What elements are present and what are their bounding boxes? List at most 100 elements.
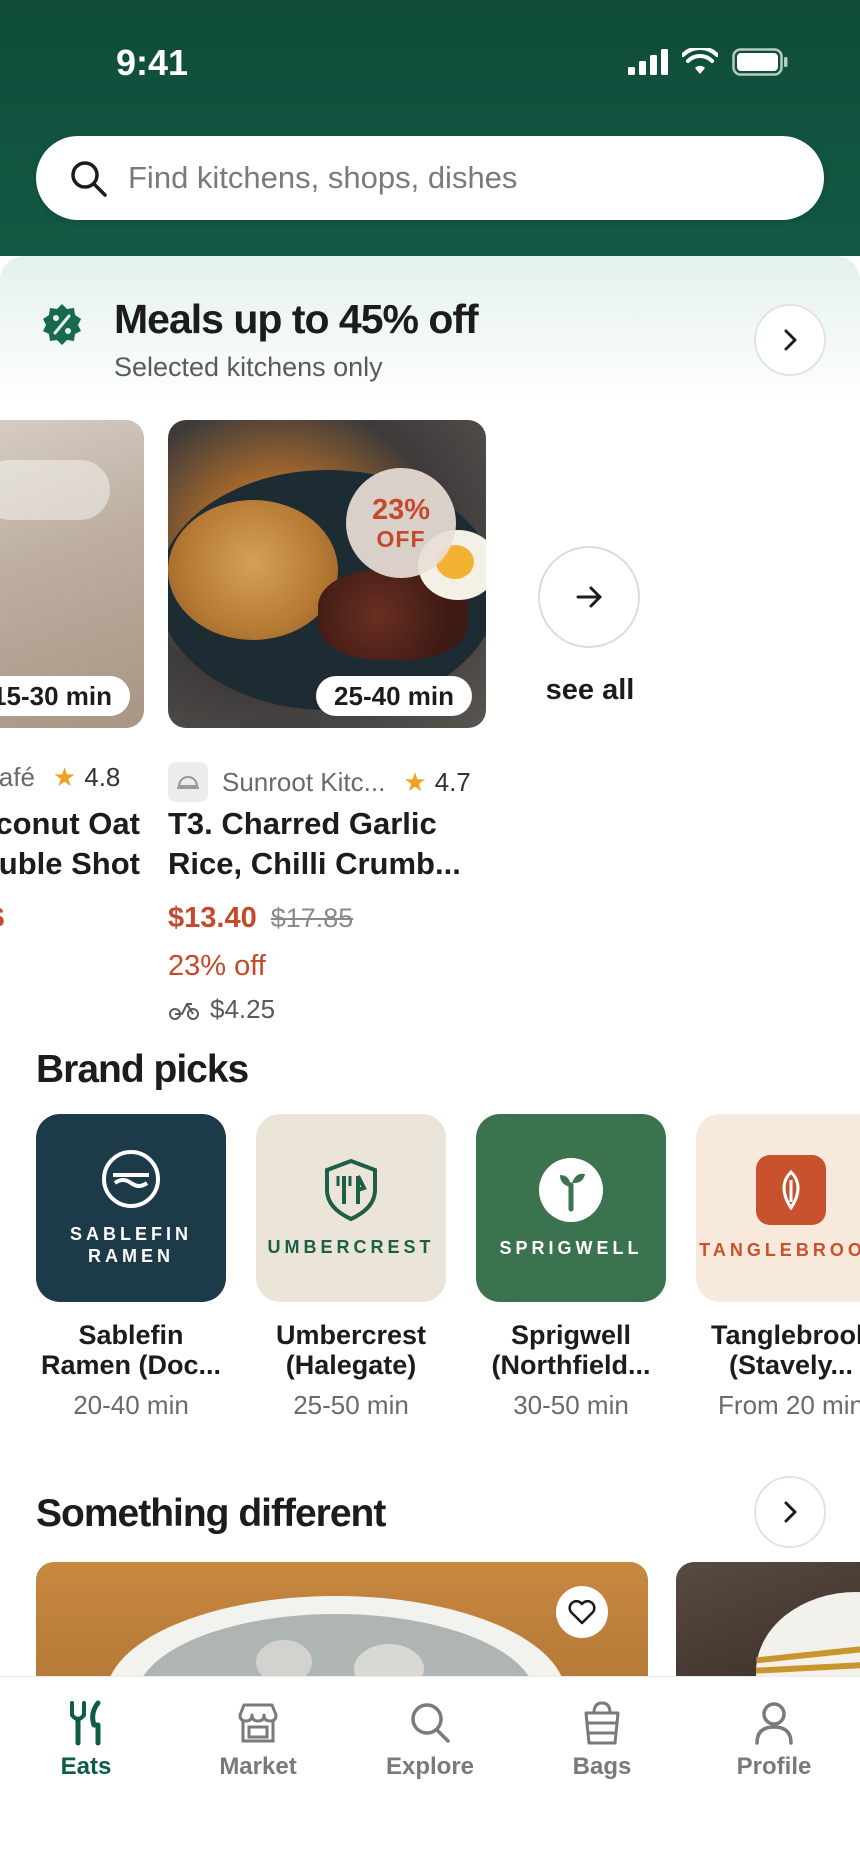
dish-name[interactable]: T3. Charred Garlic Rice, Chilli Crumb...	[168, 804, 461, 884]
see-all-button[interactable]	[538, 546, 640, 648]
brand-name-line: Sablefin	[78, 1320, 184, 1350]
search-bar[interactable]	[36, 136, 824, 220]
search-icon	[71, 161, 107, 197]
brand-tile-umbercrest[interactable]: UMBERCREST	[256, 1114, 446, 1302]
search-input[interactable]	[128, 160, 768, 196]
brand-name[interactable]: Umbercrest (Halegate)	[256, 1320, 446, 1380]
brand-delivery-time: 25-50 min	[293, 1390, 409, 1420]
brand-name-line: (Halegate)	[285, 1350, 417, 1380]
brand-delivery-time: From 20 min	[718, 1390, 860, 1420]
heart-icon	[568, 1599, 596, 1625]
dish-card-image[interactable]	[676, 1562, 860, 1682]
original-price: $17.85	[270, 903, 354, 933]
dish-name[interactable]: Coconut Oat Double Shot	[0, 804, 140, 884]
shield-fork-icon	[325, 1158, 377, 1222]
price-row: $13.40 $17.85	[168, 902, 353, 935]
favorite-button[interactable]	[556, 1586, 608, 1638]
discount-text: 23% off	[168, 950, 266, 982]
brand-delivery-time: 30-50 min	[513, 1390, 629, 1420]
deal-meta: Café ★ 4.8	[0, 762, 120, 793]
see-all-label[interactable]: see all	[540, 674, 640, 707]
deal-card-image[interactable]: 15-30 min	[0, 420, 144, 728]
promo-title: Meals up to 45% off	[114, 296, 479, 342]
nav-label: Bags	[572, 1753, 632, 1780]
brand-wordmark-line: RAMEN	[88, 1246, 174, 1266]
nav-tab-bags[interactable]: Bags	[516, 1699, 688, 1781]
storefront-icon	[238, 1703, 278, 1743]
brand-wordmark: SABLEFIN RAMEN	[70, 1223, 192, 1267]
current-price: $13.40	[168, 902, 257, 934]
app-header: 9:41	[0, 0, 860, 256]
brand-logo	[756, 1155, 826, 1225]
deal-card-image[interactable]: 23% OFF 25-40 min	[168, 420, 486, 728]
price-fragment: $	[0, 902, 4, 935]
discount-badge-icon	[43, 304, 81, 345]
status-icons	[628, 48, 788, 76]
shopping-bag-icon	[584, 1701, 620, 1745]
something-different-title: Something different	[36, 1492, 386, 1535]
nav-label: Eats	[60, 1753, 112, 1780]
delivery-time-pill: 25-40 min	[316, 676, 472, 716]
brand-name-line: Ramen (Doc...	[40, 1350, 222, 1380]
main-content: Meals up to 45% off Selected kitchens on…	[0, 256, 860, 1676]
brand-name-line: Umbercrest	[275, 1320, 427, 1350]
promo-next-button[interactable]	[754, 304, 826, 376]
rating-value: 4.7	[434, 766, 471, 797]
nav-tab-market[interactable]: Market	[172, 1699, 344, 1781]
ramen-bowl-icon	[102, 1150, 160, 1208]
nav-label: Profile	[736, 1753, 812, 1780]
shop-logo	[168, 762, 208, 802]
promo-subtitle: Selected kitchens only	[114, 352, 383, 382]
brand-wordmark: SPRIGWELL	[499, 1238, 643, 1258]
shop-name: Café	[0, 762, 35, 792]
dish-name-line: Double Shot	[0, 846, 140, 881]
arrow-right-icon	[576, 586, 602, 608]
chevron-right-icon	[784, 1501, 797, 1523]
brand-name[interactable]: Sablefin Ramen (Doc...	[36, 1320, 226, 1380]
nav-tab-profile[interactable]: Profile	[688, 1699, 860, 1781]
fried-rice	[168, 500, 338, 640]
status-time: 9:41	[116, 42, 189, 83]
dish-name-line: Rice, Chilli Crumb...	[168, 846, 461, 881]
dish-card-image[interactable]	[36, 1562, 648, 1682]
brand-name[interactable]: Tanglebrook (Stavely...	[696, 1320, 860, 1380]
signal-icon	[628, 49, 668, 75]
brand-tile-tanglebrook[interactable]: TANGLEBROOK	[696, 1114, 860, 1302]
sprout-icon	[539, 1158, 603, 1222]
nav-tab-explore[interactable]: Explore	[344, 1699, 516, 1781]
star-icon: ★	[403, 766, 427, 797]
person-icon	[755, 1702, 793, 1745]
delivery-time-pill: 15-30 min	[0, 676, 130, 716]
discount-badge: 23% OFF	[346, 468, 456, 578]
brand-tile-sprigwell[interactable]: SPRIGWELL	[476, 1114, 666, 1302]
brand-name[interactable]: Sprigwell (Northfield...	[476, 1320, 666, 1380]
nav-label: Explore	[385, 1753, 475, 1780]
discount-badge-percent: 23%	[371, 493, 431, 526]
nav-label: Market	[219, 1753, 297, 1780]
star-icon: ★	[52, 762, 77, 792]
brand-tile-sablefin[interactable]: SABLEFIN RAMEN	[36, 1114, 226, 1302]
ice-decoration	[0, 460, 110, 520]
something-different-next-button[interactable]	[754, 1476, 826, 1548]
deal-meta: Sunroot Kitc... ★ 4.7	[168, 762, 471, 802]
brand-wordmark: UMBERCREST	[267, 1237, 435, 1257]
brand-name-line: (Northfield...	[491, 1350, 651, 1380]
scooter-icon	[169, 1002, 199, 1020]
brand-wordmark: TANGLEBROOK	[699, 1240, 860, 1260]
brand-picks-title: Brand picks	[36, 1048, 249, 1091]
bottom-navigation: Eats Market Explore Bags Profile	[0, 1676, 860, 1864]
brand-wordmark-line: SABLEFIN	[70, 1224, 192, 1244]
battery-icon	[732, 48, 788, 76]
chevron-right-icon	[784, 329, 797, 351]
delivery-fee-value: $4.25	[210, 994, 276, 1024]
leaf-icon	[782, 1170, 800, 1210]
nav-tab-eats[interactable]: Eats	[0, 1699, 172, 1781]
brand-name-line: (Stavely...	[728, 1350, 854, 1380]
shop-name: Sunroot Kitc...	[222, 766, 386, 797]
dish-name-line: T3. Charred Garlic	[168, 806, 437, 841]
brand-delivery-time: 20-40 min	[73, 1390, 189, 1420]
wifi-icon	[682, 48, 718, 74]
delivery-fee: $4.25	[168, 994, 275, 1025]
fork-knife-icon	[70, 1700, 101, 1746]
discount-badge-label: OFF	[376, 525, 426, 552]
